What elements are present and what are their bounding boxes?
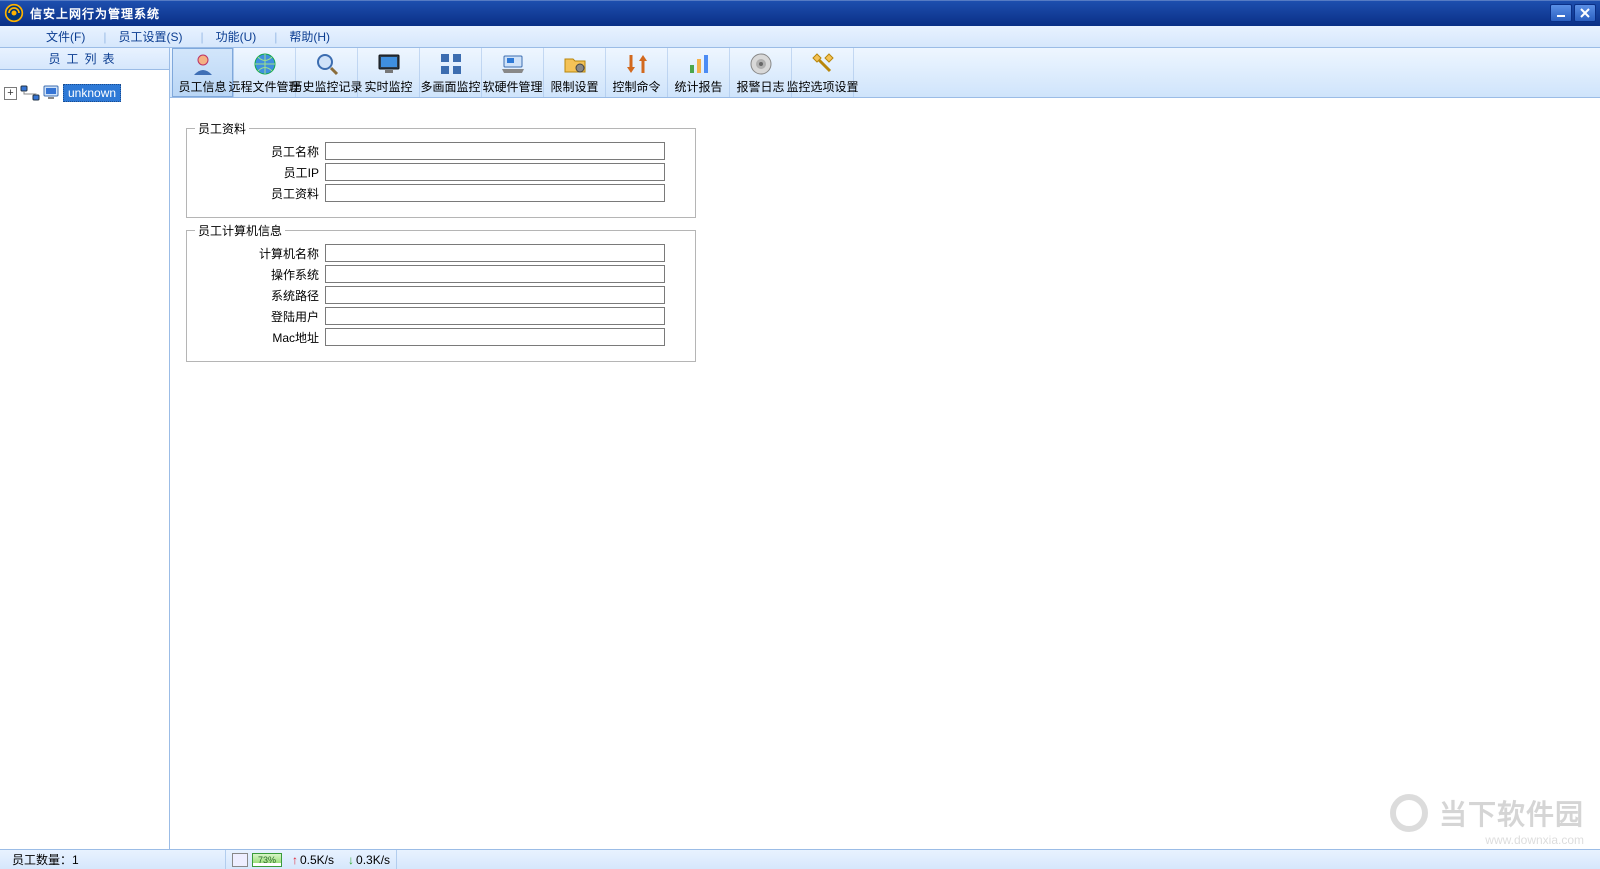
- folder-gear-icon: [562, 51, 588, 77]
- emp-info-field[interactable]: [325, 184, 665, 202]
- download-arrow-icon: ↓: [348, 853, 354, 867]
- status-label: 员工数量：: [12, 851, 72, 868]
- toolbar-alarm-log[interactable]: 报警日志: [730, 48, 792, 97]
- laptop-icon: [500, 51, 526, 77]
- sidebar-title: 员工列表: [0, 48, 169, 70]
- login-field[interactable]: [325, 307, 665, 325]
- field-label: 计算机名称: [195, 245, 325, 262]
- close-button[interactable]: [1574, 4, 1596, 22]
- magnifier-icon: [314, 51, 340, 77]
- monitor-icon: [376, 51, 402, 77]
- computer-icon: [43, 85, 61, 101]
- toolbar-monitor-opts[interactable]: 监控选项设置: [792, 48, 854, 97]
- toolbar-stats[interactable]: 统计报告: [668, 48, 730, 97]
- tree-expand-button[interactable]: +: [4, 87, 17, 100]
- bell-icon: [748, 51, 774, 77]
- sidebar: 员工列表 + unknown: [0, 48, 170, 849]
- network-icon: [19, 85, 41, 101]
- menu-function[interactable]: 功能(U): [210, 26, 263, 47]
- menu-employee[interactable]: 员工设置(S): [112, 26, 188, 47]
- grid-icon: [438, 51, 464, 77]
- emp-ip-field[interactable]: [325, 163, 665, 181]
- window-titlebar: 信安上网行为管理系统: [0, 0, 1600, 26]
- toolbar-multiscreen[interactable]: 多画面监控: [420, 48, 482, 97]
- window-title: 信安上网行为管理系统: [30, 5, 160, 22]
- field-label: 员工资料: [195, 185, 325, 202]
- minimize-button[interactable]: [1550, 4, 1572, 22]
- switch-icon: [624, 51, 650, 77]
- fieldset-computer-info: 员工计算机信息 计算机名称 操作系统 系统路径 登陆用户 Mac地址: [186, 230, 696, 362]
- legend: 员工计算机信息: [195, 222, 285, 239]
- toolbar-label: 实时监控: [364, 78, 412, 95]
- pc-name-field[interactable]: [325, 244, 665, 262]
- globe-icon: [252, 51, 278, 77]
- field-label: 登陆用户: [195, 308, 325, 325]
- toolbar-control-cmd[interactable]: 控制命令: [606, 48, 668, 97]
- fieldset-employee-info: 员工资料 员工名称 员工IP 员工资料: [186, 128, 696, 218]
- toolbar-label: 报警日志: [736, 78, 784, 95]
- emp-name-field[interactable]: [325, 142, 665, 160]
- toolbar-label: 限制设置: [550, 78, 598, 95]
- wrench-icon: [810, 51, 836, 77]
- field-label: 员工名称: [195, 143, 325, 160]
- toolbar-label: 员工信息: [178, 78, 226, 95]
- field-label: 操作系统: [195, 266, 325, 283]
- mac-field[interactable]: [325, 328, 665, 346]
- os-field[interactable]: [325, 265, 665, 283]
- status-employee-count: 员工数量： 1: [6, 850, 226, 869]
- toolbar: 员工信息 远程文件管理 历史监控记录 实时监控 多画面监控 软硬件管理: [170, 48, 1600, 98]
- toolbar-label: 多画面监控: [420, 78, 480, 95]
- legend: 员工资料: [195, 120, 249, 137]
- menubar: 文件(F)| 员工设置(S)| 功能(U)| 帮助(H): [0, 26, 1600, 48]
- toolbar-hw-sw[interactable]: 软硬件管理: [482, 48, 544, 97]
- toolbar-label: 监控选项设置: [787, 78, 859, 95]
- toolbar-history[interactable]: 历史监控记录: [296, 48, 358, 97]
- status-cpu: 73% ↑ 0.5K/s ↓ 0.3K/s: [226, 850, 397, 869]
- employee-tree: + unknown: [0, 70, 169, 116]
- toolbar-employee-info[interactable]: 员工信息: [172, 48, 234, 97]
- upload-arrow-icon: ↑: [292, 853, 298, 867]
- toolbar-label: 软硬件管理: [482, 78, 542, 95]
- menu-file[interactable]: 文件(F): [40, 26, 91, 47]
- field-label: 员工IP: [195, 164, 325, 181]
- toolbar-label: 统计报告: [674, 78, 722, 95]
- status-net-up: 0.5K/s: [300, 853, 334, 867]
- status-net-dn: 0.3K/s: [356, 853, 390, 867]
- toolbar-remote-file[interactable]: 远程文件管理: [234, 48, 296, 97]
- barchart-icon: [686, 51, 712, 77]
- app-icon: [4, 3, 24, 23]
- sys-path-field[interactable]: [325, 286, 665, 304]
- status-value: 1: [72, 853, 79, 867]
- tree-node-label[interactable]: unknown: [63, 84, 121, 102]
- statusbar: 员工数量： 1 73% ↑ 0.5K/s ↓ 0.3K/s: [0, 849, 1600, 869]
- menu-help[interactable]: 帮助(H): [283, 26, 336, 47]
- person-icon: [190, 51, 216, 77]
- monitor-mini-icon: [232, 853, 248, 867]
- field-label: 系统路径: [195, 287, 325, 304]
- field-label: Mac地址: [195, 329, 325, 346]
- toolbar-label: 控制命令: [612, 78, 660, 95]
- content-area: 员工资料 员工名称 员工IP 员工资料 员工计算机信息 计算机名称 操作系统 系…: [170, 98, 1600, 849]
- main-panel: 员工信息 远程文件管理 历史监控记录 实时监控 多画面监控 软硬件管理: [170, 48, 1600, 849]
- toolbar-restrict[interactable]: 限制设置: [544, 48, 606, 97]
- toolbar-label: 历史监控记录: [291, 78, 363, 95]
- toolbar-realtime[interactable]: 实时监控: [358, 48, 420, 97]
- cpu-percent: 73%: [252, 853, 282, 867]
- tree-root-row[interactable]: + unknown: [4, 84, 165, 102]
